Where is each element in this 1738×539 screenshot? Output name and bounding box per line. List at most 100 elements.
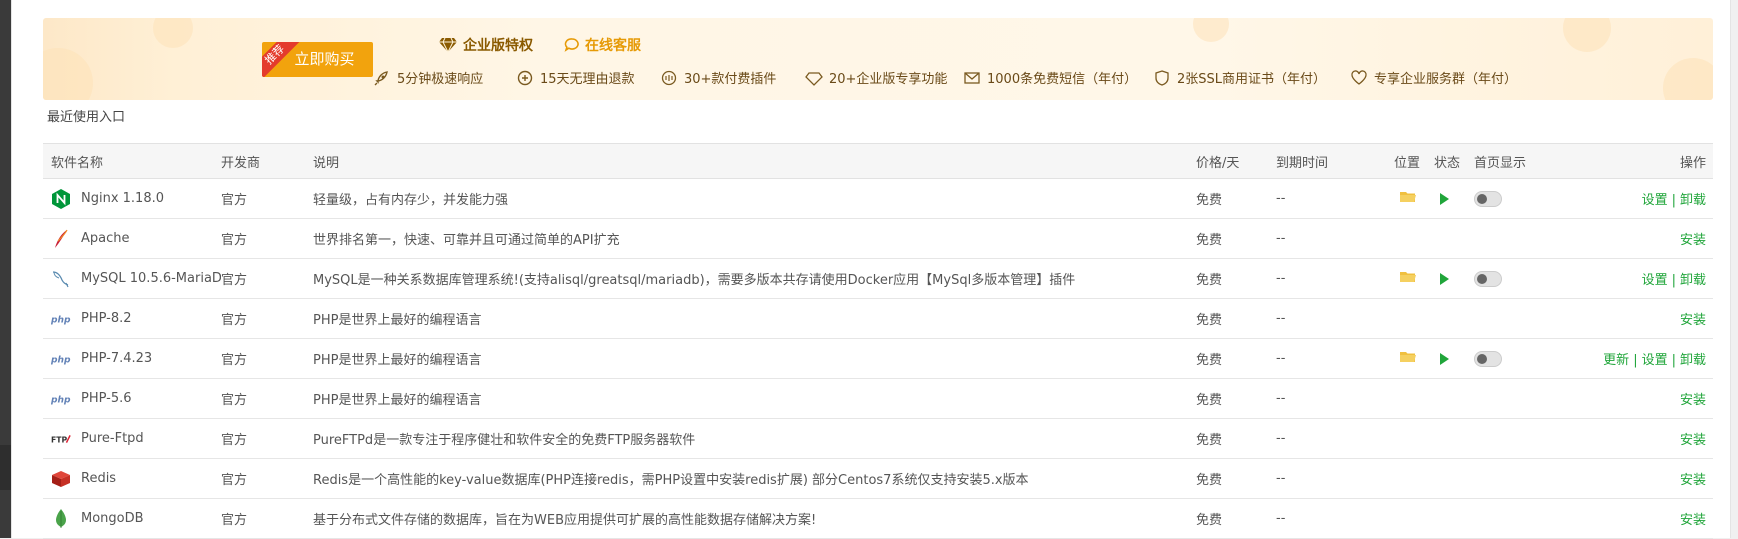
table-row: MongoDB 官方 基于分布式文件存储的数据库，旨在为WEB应用提供可扩展的高… [43, 498, 1713, 539]
folder-icon[interactable] [1400, 270, 1416, 287]
feature-label: 30+款付费插件 [684, 72, 777, 87]
desc-cell: Redis是一个高性能的key-value数据库(PHP连接redis，需PHP… [313, 458, 1196, 499]
feature-sms: 1000条免费短信（年付） [963, 68, 1137, 87]
php-icon: php [51, 389, 71, 409]
table-row: php PHP-7.4.23 官方 PHP是世界上最好的编程语言 免费 -- 更… [43, 338, 1713, 379]
vendor-cell: 官方 [221, 338, 313, 379]
software-name: MySQL 10.5.6-MariaDB [81, 271, 221, 286]
software-panel: 推荐 立即购买 企业版特权 在线客服 5分钟极速响应 15天无理由退款 30+款… [11, 0, 1731, 539]
price-cell: 免费 [1196, 338, 1276, 379]
play-icon[interactable] [1440, 272, 1449, 285]
table-row: FTP Pure-Ftpd 官方 PureFTPd是一款专注于程序健壮和软件安全… [43, 418, 1713, 459]
feature-label: 2张SSL商用证书（年付） [1177, 72, 1327, 87]
col-header-vendor: 开发商 [221, 143, 313, 179]
play-icon[interactable] [1440, 192, 1449, 205]
uninstall-link[interactable]: 卸载 [1680, 353, 1706, 368]
col-header-homepage: 首页显示 [1474, 143, 1574, 179]
expire-cell: -- [1276, 338, 1394, 379]
col-header-status: 状态 [1434, 143, 1474, 179]
folder-icon[interactable] [1400, 350, 1416, 367]
expire-cell: -- [1276, 258, 1394, 299]
online-service-text: 在线客服 [585, 38, 641, 54]
buy-now-button[interactable]: 推荐 立即购买 [262, 42, 373, 77]
price-cell: 免费 [1196, 418, 1276, 459]
play-icon[interactable] [1440, 352, 1449, 365]
diamond-icon [805, 71, 823, 86]
mail-icon [964, 71, 980, 84]
php-icon: php [51, 309, 71, 329]
mongodb-icon [51, 508, 71, 529]
install-link[interactable]: 安装 [1680, 513, 1706, 528]
col-header-location: 位置 [1394, 143, 1434, 179]
col-header-desc: 说明 [313, 143, 1196, 179]
enterprise-title: 企业版特权 [439, 35, 533, 55]
table-header-row: 软件名称 开发商 说明 价格/天 到期时间 位置 状态 首页显示 操作 [43, 143, 1713, 179]
online-service-link[interactable]: 在线客服 [564, 35, 641, 55]
apache-icon [51, 229, 71, 249]
expire-cell: -- [1276, 418, 1394, 459]
desc-cell: PHP是世界上最好的编程语言 [313, 378, 1196, 419]
feature-label: 20+企业版专享功能 [829, 72, 948, 87]
expire-cell: -- [1276, 298, 1394, 339]
uninstall-link[interactable]: 卸载 [1680, 193, 1706, 208]
rocket-icon [374, 70, 388, 85]
ops-separator: | [1671, 193, 1676, 208]
settings-link[interactable]: 设置 [1642, 193, 1668, 208]
desc-cell: 世界排名第一，快速、可靠并且可通过简单的API扩充 [313, 218, 1196, 259]
price-cell: 免费 [1196, 258, 1276, 299]
folder-icon[interactable] [1400, 190, 1416, 207]
software-name: Pure-Ftpd [81, 431, 144, 446]
feature-label: 1000条免费短信（年付） [987, 72, 1138, 87]
recent-entry-label: 最近使用入口 [47, 110, 126, 125]
uninstall-link[interactable]: 卸载 [1680, 273, 1706, 288]
vendor-cell: 官方 [221, 298, 313, 339]
software-name: Nginx 1.18.0 [81, 191, 165, 206]
homepage-toggle[interactable] [1474, 190, 1502, 207]
desc-cell: PHP是世界上最好的编程语言 [313, 298, 1196, 339]
expire-cell: -- [1276, 218, 1394, 259]
ops-separator: | [1671, 273, 1676, 288]
software-table: 软件名称 开发商 说明 价格/天 到期时间 位置 状态 首页显示 操作 Ngin… [43, 143, 1713, 539]
price-cell: 免费 [1196, 458, 1276, 499]
homepage-toggle[interactable] [1474, 350, 1502, 367]
desc-cell: 轻量级，占有内存少，并发能力强 [313, 178, 1196, 219]
feature-ssl: 2张SSL商用证书（年付） [1153, 68, 1326, 87]
svg-text:FTP: FTP [51, 435, 68, 444]
banner-decor-dot [1193, 18, 1229, 42]
price-cell: 免费 [1196, 498, 1276, 539]
banner-decor-dot [1563, 18, 1611, 52]
col-header-expire: 到期时间 [1276, 143, 1394, 179]
install-link[interactable]: 安装 [1680, 313, 1706, 328]
enterprise-title-text: 企业版特权 [463, 38, 533, 54]
table-row: php PHP-8.2 官方 PHP是世界上最好的编程语言 免费 -- 安装 [43, 298, 1713, 339]
table-row: Nginx 1.18.0 官方 轻量级，占有内存少，并发能力强 免费 -- 设置… [43, 178, 1713, 219]
desc-cell: MySQL是一种关系数据库管理系统!(支持alisql/greatsql/mar… [313, 258, 1196, 299]
ftp-icon: FTP [51, 429, 71, 449]
install-link[interactable]: 安装 [1680, 473, 1706, 488]
software-name: Apache [81, 231, 130, 246]
price-cell: 免费 [1196, 178, 1276, 219]
feature-enterprise: 20+企业版专享功能 [805, 68, 947, 87]
software-name: PHP-7.4.23 [81, 351, 153, 366]
install-link[interactable]: 安装 [1680, 393, 1706, 408]
install-link[interactable]: 安装 [1680, 433, 1706, 448]
col-header-ops: 操作 [1574, 143, 1713, 179]
update-link[interactable]: 更新 [1603, 353, 1629, 368]
install-link[interactable]: 安装 [1680, 233, 1706, 248]
sidebar-edge-block [0, 445, 11, 490]
price-cell: 免费 [1196, 298, 1276, 339]
svg-text:php: php [51, 355, 71, 364]
feature-label: 15天无理由退款 [540, 72, 635, 87]
expire-cell: -- [1276, 178, 1394, 219]
plugin-icon [661, 70, 677, 85]
col-header-name[interactable]: 软件名称 [43, 143, 221, 179]
desc-cell: PHP是世界上最好的编程语言 [313, 338, 1196, 379]
refund-icon [517, 70, 533, 85]
chat-icon [564, 38, 579, 52]
ops-separator: | [1633, 353, 1638, 368]
banner-decor-dot [1663, 58, 1713, 100]
settings-link[interactable]: 设置 [1642, 353, 1668, 368]
software-name: PHP-8.2 [81, 311, 132, 326]
settings-link[interactable]: 设置 [1642, 273, 1668, 288]
homepage-toggle[interactable] [1474, 270, 1502, 287]
